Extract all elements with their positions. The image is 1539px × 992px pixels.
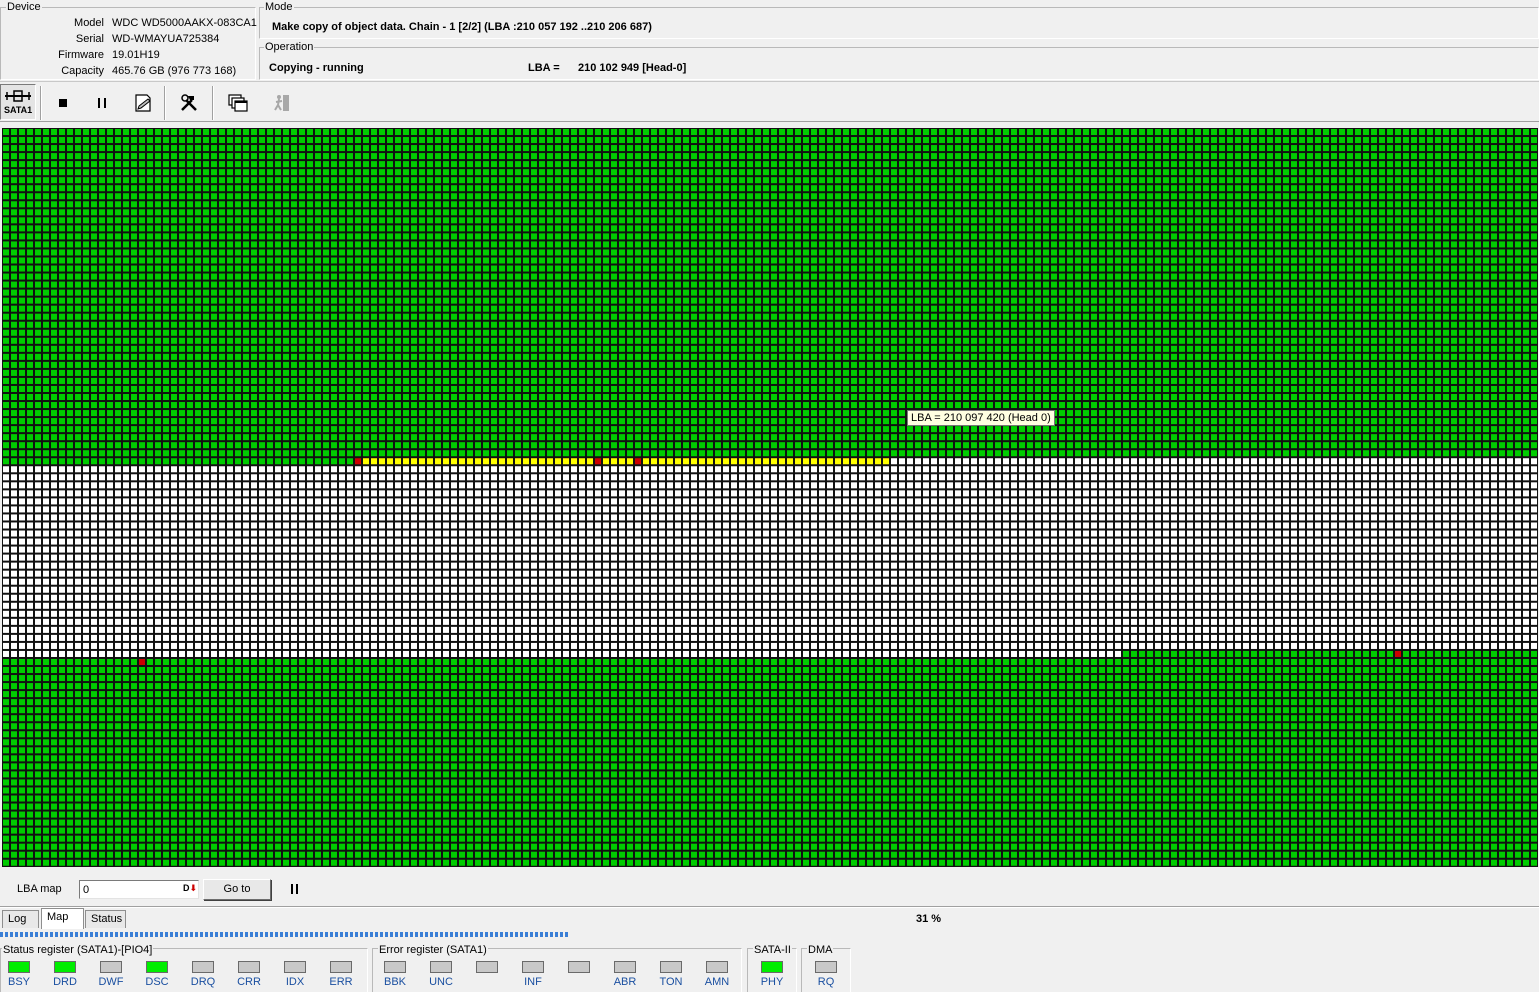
edit-button[interactable]	[126, 88, 160, 118]
led-crr	[238, 961, 260, 973]
progress-percent: 31 %	[916, 913, 942, 925]
led-label: TON	[659, 976, 683, 988]
led-label: IDX	[285, 976, 305, 988]
tab-status[interactable]: Status	[85, 910, 126, 928]
led-amn	[706, 961, 728, 973]
led-dwf	[100, 961, 122, 973]
led-dsc	[146, 961, 168, 973]
pause-icon	[291, 884, 298, 894]
bar-divider	[0, 906, 1539, 908]
tools-button[interactable]	[172, 88, 206, 118]
copy-windows-button[interactable]	[220, 88, 254, 118]
device-row-capacity: Capacity 465.76 GB (976 773 168)	[0, 63, 255, 79]
led-bbk	[384, 961, 406, 973]
operation-group-title: Operation	[264, 41, 315, 53]
goto-button[interactable]: Go to	[203, 879, 271, 900]
lba-map-input[interactable]	[79, 880, 199, 899]
exit-icon	[274, 95, 289, 111]
device-field-value: WD-WMAYUA725384	[112, 33, 220, 45]
tab-log[interactable]: Log	[2, 910, 39, 928]
led-unused	[568, 961, 590, 973]
led-unused	[476, 961, 498, 973]
toolbar: SATA1	[0, 81, 1539, 122]
led-drd	[54, 961, 76, 973]
toolbar-separator	[164, 86, 166, 120]
led-label: AMN	[704, 976, 730, 988]
led-label: DWF	[98, 976, 124, 988]
led-idx	[284, 961, 306, 973]
led-label: BBK	[383, 976, 406, 988]
pause-icon	[98, 98, 106, 108]
led-label: RQ	[817, 976, 835, 988]
led-label: UNC	[429, 976, 453, 988]
operation-lba-value: 210 102 949 [Head-0]	[578, 62, 687, 74]
device-field-label: Model	[74, 17, 104, 29]
led-label: INF	[524, 976, 542, 988]
led-drq	[192, 961, 214, 973]
stop-icon	[59, 99, 67, 107]
toolbar-separator	[212, 86, 214, 120]
toolbar-separator	[40, 86, 42, 120]
decimal-toggle-icon[interactable]: D⬇	[183, 883, 197, 894]
led-bsy	[8, 961, 30, 973]
device-field-label: Serial	[75, 33, 104, 45]
lba-block-map[interactable]	[2, 128, 1538, 867]
lba-map-label: LBA map	[17, 883, 62, 895]
led-label: ERR	[329, 976, 353, 988]
copy-windows-icon	[228, 94, 248, 112]
pause-button[interactable]	[85, 88, 119, 118]
led-label: ABR	[613, 976, 637, 988]
device-field-value: 19.01H19	[112, 49, 160, 61]
led-rq	[815, 961, 837, 973]
device-field-value: WDC WD5000AAKX-083CA1	[112, 17, 257, 29]
device-field-label: Capacity	[61, 65, 104, 77]
interface-label: SATA1	[4, 105, 33, 115]
led-label: PHY	[760, 976, 784, 988]
tab-map[interactable]: Map	[41, 908, 84, 929]
led-label: DSC	[145, 976, 169, 988]
sata-connector-icon	[5, 90, 31, 102]
led-abr	[614, 961, 636, 973]
led-phy	[761, 961, 783, 973]
sata-register-title: SATA-II	[753, 944, 792, 956]
led-label: BSY	[7, 976, 30, 988]
device-row-serial: Serial WD-WMAYUA725384	[0, 31, 255, 47]
device-field-label: Firmware	[58, 49, 104, 61]
led-label: DRD	[53, 976, 77, 988]
device-field-value: 465.76 GB (976 773 168)	[112, 65, 237, 77]
led-label: CRR	[237, 976, 261, 988]
led-err	[330, 961, 352, 973]
interface-sata-button[interactable]: SATA1	[0, 84, 36, 120]
dma-register-title: DMA	[807, 944, 834, 956]
led-ton	[660, 961, 682, 973]
device-row-model: Model WDC WD5000AAKX-083CA1	[0, 15, 257, 31]
operation-status: Copying - running	[269, 62, 364, 74]
led-unc	[430, 961, 452, 973]
operation-panel	[259, 47, 1539, 80]
status-register-title: Status register (SATA1)-[PIO4]	[2, 944, 154, 956]
error-register-title: Error register (SATA1)	[378, 944, 488, 956]
mode-description: Make copy of object data. Chain - 1 [2/2…	[272, 21, 652, 33]
exit-button[interactable]	[264, 88, 298, 118]
mode-group-title: Mode	[264, 1, 294, 13]
led-label: DRQ	[190, 976, 216, 988]
operation-lba-label: LBA =	[528, 62, 560, 74]
progress-bar-fill	[0, 932, 568, 937]
edit-document-icon	[135, 94, 151, 112]
device-row-firmware: Firmware 19.01H19	[0, 47, 255, 63]
stop-button[interactable]	[46, 88, 80, 118]
progress-bar	[0, 931, 1539, 938]
tools-icon	[181, 94, 197, 111]
led-inf	[522, 961, 544, 973]
map-pause-button[interactable]	[289, 882, 301, 896]
device-group-title: Device	[6, 1, 42, 13]
lba-tooltip: LBA = 210 097 420 (Head 0)	[907, 410, 1055, 426]
